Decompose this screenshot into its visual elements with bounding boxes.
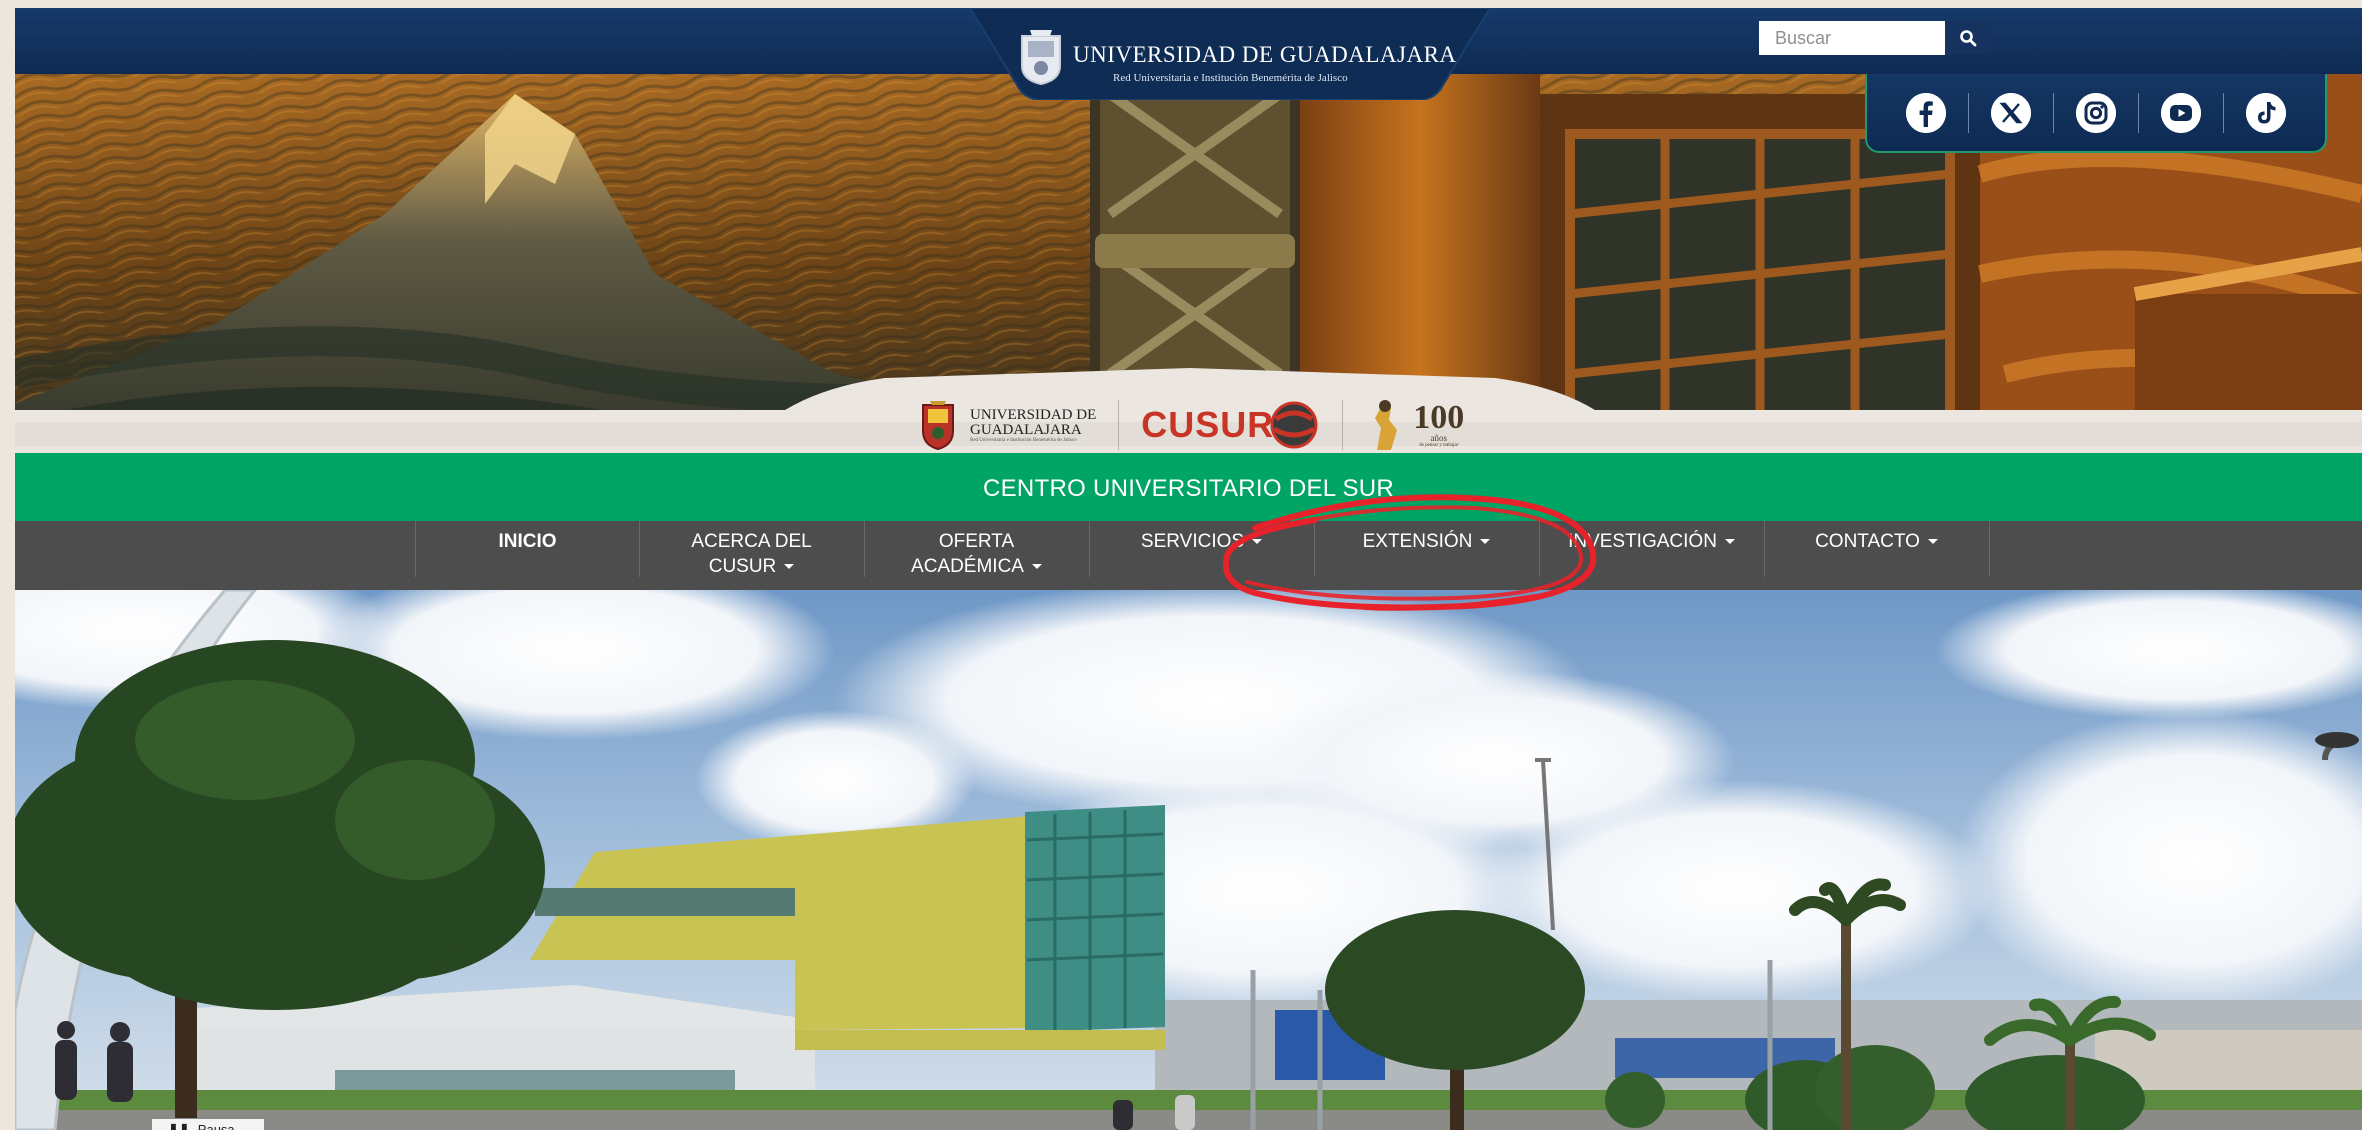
nav-item-label: EXTENSIÓN bbox=[1362, 531, 1473, 552]
nav-item-label-line2: CUSUR bbox=[708, 556, 777, 577]
youtube-link[interactable] bbox=[2161, 92, 2201, 133]
logo-divider bbox=[1118, 400, 1120, 450]
nav-item-label: ACERCA DEL bbox=[691, 531, 812, 552]
nav-item-servicios[interactable]: SERVICIOS bbox=[1090, 521, 1313, 590]
cusur-logo-text: CUSUR bbox=[1141, 404, 1275, 445]
udg-logo-line2: GUADALAJARA bbox=[970, 421, 1082, 438]
udg-logo-subtitle: Red Universitaria e Institución Beneméri… bbox=[970, 437, 1077, 443]
instagram-link[interactable] bbox=[2076, 92, 2116, 133]
chevron-down-icon bbox=[784, 564, 795, 570]
nav-item-label-line2: ACADÉMICA bbox=[911, 556, 1024, 577]
chevron-down-icon bbox=[1252, 539, 1263, 545]
nav-item-acerca-del-cusur[interactable]: ACERCA DEL CUSUR bbox=[640, 521, 863, 590]
campus-image bbox=[15, 590, 2362, 1130]
youtube-icon bbox=[2161, 92, 2201, 133]
nav-item-inicio[interactable]: INICIO bbox=[416, 521, 639, 590]
nav-item-label: CONTACTO bbox=[1815, 531, 1920, 552]
social-divider bbox=[2138, 92, 2139, 133]
centenario-number: 100 bbox=[1413, 398, 1465, 436]
centenario-logo: 100 años de pensar y trabajar bbox=[1413, 398, 1465, 448]
main-navigation: INICIO ACERCA DEL CUSUR OFERTA ACADÉMICA… bbox=[15, 521, 2362, 590]
social-divider bbox=[2223, 92, 2224, 133]
nav-item-investigacion[interactable]: INVESTIGACIÓN bbox=[1540, 521, 1763, 590]
university-subtitle: Red Universitaria e Institución Beneméri… bbox=[1113, 72, 1348, 84]
logo-divider bbox=[1342, 400, 1344, 450]
center-title[interactable]: CENTRO UNIVERSITARIO DEL SUR bbox=[983, 475, 1394, 503]
institution-logos: UNIVERSIDAD DE GUADALAJARA Red Universit… bbox=[920, 393, 1464, 457]
tiktok-link[interactable] bbox=[2246, 92, 2286, 133]
nav-item-label: SERVICIOS bbox=[1140, 531, 1245, 552]
center-title-bar: CENTRO UNIVERSITARIO DEL SUR bbox=[15, 453, 2362, 521]
search-input[interactable] bbox=[1759, 21, 1945, 55]
instagram-icon bbox=[2076, 92, 2116, 133]
pause-badge[interactable]: ❚❚ Pausa bbox=[151, 1118, 265, 1130]
search-icon bbox=[1960, 30, 1977, 47]
udg-logo-text: UNIVERSIDAD DE GUADALAJARA Red Universit… bbox=[970, 406, 1097, 443]
udg-logo-line1: UNIVERSIDAD DE bbox=[970, 406, 1097, 423]
chevron-down-icon bbox=[1724, 539, 1735, 545]
facebook-icon bbox=[1906, 92, 1946, 133]
page: UNIVERSIDAD DE GUADALAJARA Red Universit… bbox=[15, 8, 2362, 1130]
tiktok-icon bbox=[2246, 92, 2286, 133]
cusur-globe-icon bbox=[1270, 401, 1318, 449]
nav-item-contacto[interactable]: CONTACTO bbox=[1765, 521, 1988, 590]
centenario-subtitle: de pensar y trabajar bbox=[1419, 442, 1459, 448]
chevron-down-icon bbox=[1927, 539, 1938, 545]
nav-item-label: INVESTIGACIÓN bbox=[1568, 531, 1717, 552]
university-name[interactable]: UNIVERSIDAD DE GUADALAJARA bbox=[1073, 42, 1457, 68]
nav-item-label: OFERTA bbox=[938, 531, 1015, 552]
social-divider bbox=[2053, 92, 2054, 133]
udg-crest-icon bbox=[922, 401, 954, 451]
chevron-down-icon bbox=[1031, 564, 1042, 570]
social-divider bbox=[1968, 92, 1969, 133]
nav-divider bbox=[1989, 521, 1990, 577]
x-link[interactable] bbox=[1991, 92, 2031, 133]
facebook-link[interactable] bbox=[1906, 92, 1946, 133]
nav-item-oferta-academica[interactable]: OFERTA ACADÉMICA bbox=[865, 521, 1088, 590]
hero-campus-photo bbox=[15, 590, 2362, 1130]
pause-icon: ❚❚ bbox=[168, 1122, 190, 1130]
nav-item-extension[interactable]: EXTENSIÓN bbox=[1315, 521, 1538, 590]
pause-label: Pausa bbox=[197, 1122, 235, 1130]
nav-item-label: INICIO bbox=[498, 531, 557, 552]
centenario-figure-icon bbox=[1375, 400, 1398, 450]
chevron-down-icon bbox=[1480, 539, 1491, 545]
search-button[interactable] bbox=[1945, 21, 1991, 55]
udg-crest-logo-icon[interactable] bbox=[1018, 28, 1064, 86]
x-icon bbox=[1991, 92, 2031, 133]
social-media-bar bbox=[1865, 74, 2327, 153]
